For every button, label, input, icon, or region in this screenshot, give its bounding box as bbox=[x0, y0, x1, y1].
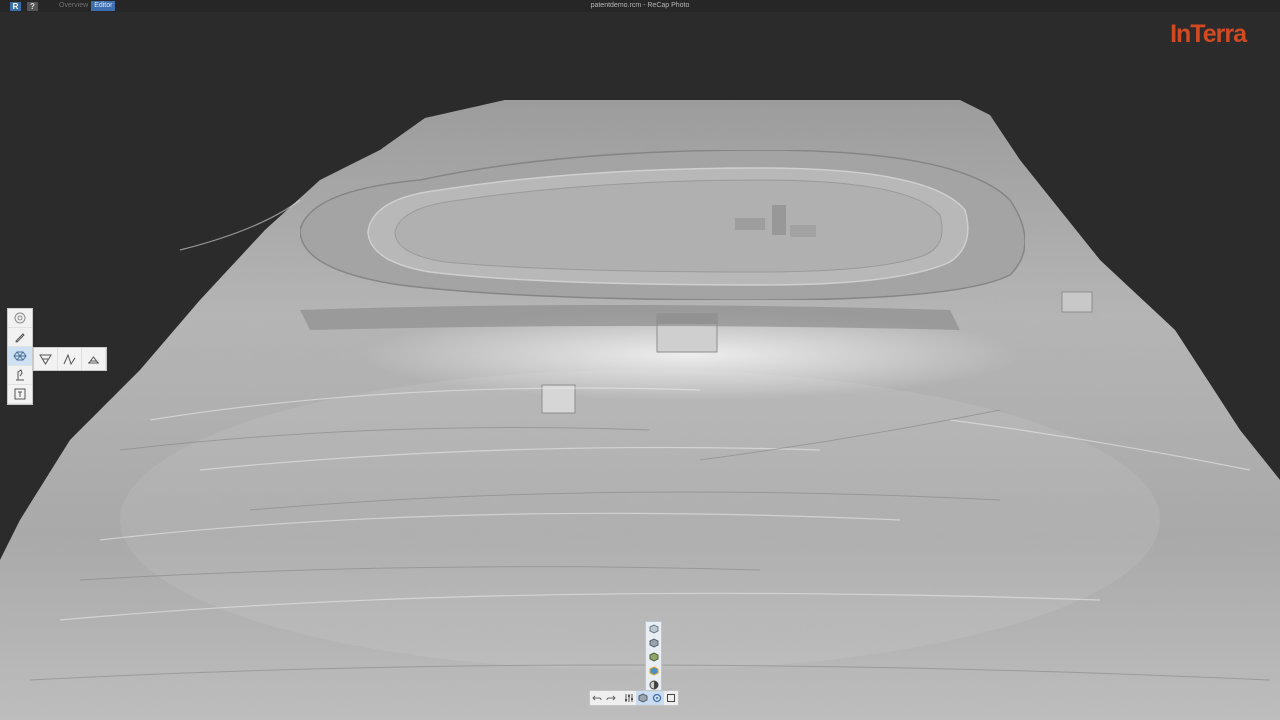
render-mode-icon bbox=[638, 693, 648, 703]
viewport-3d-model[interactable] bbox=[0, 0, 1280, 720]
mesh-edit-button[interactable] bbox=[8, 347, 32, 366]
left-toolbar bbox=[7, 308, 33, 405]
settings-icon bbox=[625, 694, 633, 702]
pencil-icon bbox=[15, 333, 25, 343]
render-textured-button[interactable] bbox=[646, 650, 661, 664]
render-color-button[interactable] bbox=[646, 664, 661, 678]
navigate-button[interactable] bbox=[650, 691, 664, 705]
recap-photo-window: R ? Overview Editor patentdemo.rcm - ReC… bbox=[0, 0, 1280, 720]
mesh-color-icon bbox=[649, 666, 658, 676]
decimate-icon bbox=[39, 354, 52, 365]
fit-view-button[interactable] bbox=[664, 691, 678, 705]
smooth-icon bbox=[63, 353, 76, 365]
navigate-icon bbox=[652, 693, 662, 703]
annotate-button[interactable] bbox=[8, 385, 32, 404]
decimate-button[interactable] bbox=[34, 348, 58, 370]
sphere-icon bbox=[649, 680, 658, 690]
fit-view-icon bbox=[667, 694, 675, 702]
settings-button[interactable] bbox=[622, 691, 636, 705]
render-mode-stack bbox=[645, 621, 662, 693]
text-note-icon bbox=[14, 388, 26, 400]
brand-logo: InTerra bbox=[1170, 20, 1247, 48]
render-wire-button[interactable] bbox=[646, 622, 661, 636]
measure-button[interactable] bbox=[8, 366, 32, 385]
mesh-edit-submenu bbox=[33, 347, 107, 371]
orbit-icon bbox=[14, 312, 26, 324]
mesh-edit-icon bbox=[13, 351, 27, 361]
mesh-wire-icon bbox=[649, 624, 658, 634]
redo-button[interactable] bbox=[604, 691, 618, 705]
title-bar: R ? Overview Editor patentdemo.rcm - ReC… bbox=[0, 0, 1280, 12]
undo-icon bbox=[592, 695, 602, 701]
redo-icon bbox=[606, 695, 616, 701]
mesh-textured-icon bbox=[649, 652, 658, 662]
bottom-toolbar bbox=[589, 690, 679, 706]
render-shaded-button[interactable] bbox=[646, 636, 661, 650]
mesh-shaded-icon bbox=[649, 638, 658, 648]
smooth-button[interactable] bbox=[58, 348, 82, 370]
pencil-button[interactable] bbox=[8, 328, 32, 347]
undo-button[interactable] bbox=[590, 691, 604, 705]
measure-icon bbox=[16, 369, 24, 381]
window-title: patentdemo.rcm - ReCap Photo bbox=[590, 2, 690, 9]
flatten-icon bbox=[88, 355, 99, 363]
flatten-button[interactable] bbox=[82, 348, 106, 370]
orbit-button[interactable] bbox=[8, 309, 32, 328]
render-mode-button[interactable] bbox=[636, 691, 650, 705]
